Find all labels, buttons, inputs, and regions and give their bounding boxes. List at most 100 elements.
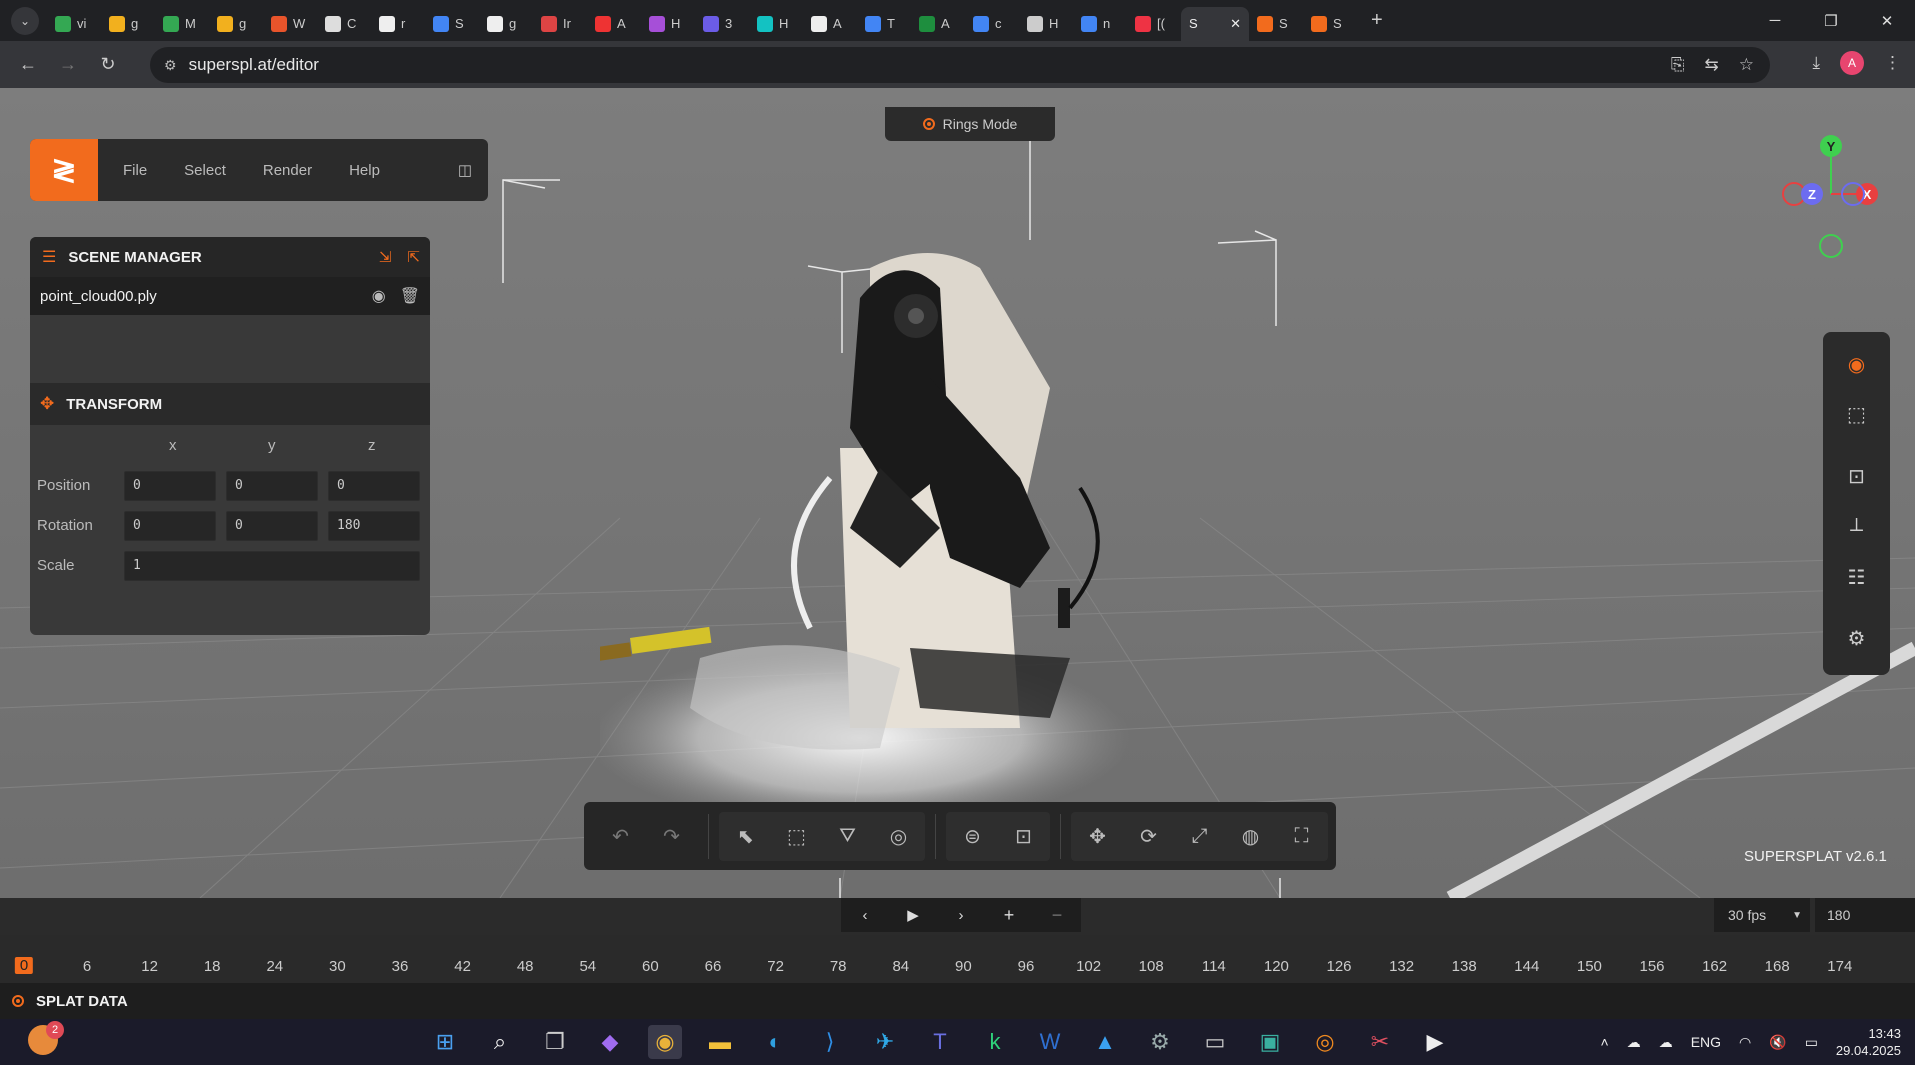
browser-tab[interactable]: g [101, 7, 155, 41]
blender-icon[interactable]: ◎ [1308, 1025, 1342, 1059]
play-button[interactable]: ▶ [889, 898, 937, 932]
battery-icon[interactable]: ▭ [1805, 1034, 1818, 1051]
onedrive-icon[interactable]: ☁ [1627, 1034, 1641, 1051]
browser-tab[interactable]: S [1249, 7, 1303, 41]
media-player-icon[interactable]: ▶ [1418, 1025, 1452, 1059]
forward-button[interactable]: → [48, 54, 88, 75]
file-explorer-icon[interactable]: ▬ [703, 1025, 737, 1059]
install-app-icon[interactable]: ⎘ [1671, 55, 1685, 75]
sliders-icon[interactable]: ☷ [1823, 565, 1890, 590]
rect-select-icon[interactable]: ⬚ [772, 812, 821, 861]
close-window-button[interactable]: ✕ [1859, 12, 1915, 30]
translate-gizmo-icon[interactable]: ✥ [1073, 812, 1122, 861]
search-icon[interactable]: ⌕ [483, 1025, 517, 1059]
frame-selection-icon[interactable]: ⊡ [1823, 464, 1890, 489]
rotation-x-input[interactable]: 0 [124, 511, 216, 541]
export-icon[interactable]: ⇱ [407, 248, 420, 266]
settings-gear-icon[interactable]: ⚙ [1823, 626, 1890, 651]
menu-select[interactable]: Select [184, 162, 226, 179]
download-icon[interactable]: ⤓ [1812, 53, 1820, 73]
language-indicator[interactable]: ENG [1691, 1034, 1721, 1050]
browser-tab[interactable]: C [317, 7, 371, 41]
back-button[interactable]: ← [8, 54, 48, 75]
tab-search-button[interactable]: ⌄ [11, 6, 39, 35]
panel-toggle-icon[interactable]: ◫ [458, 161, 472, 179]
menu-file[interactable]: File [123, 162, 147, 179]
telegram-icon[interactable]: ✈ [868, 1025, 902, 1059]
rotation-z-input[interactable]: 180 [328, 511, 420, 541]
position-y-input[interactable]: 0 [226, 471, 318, 501]
scale-gizmo-icon[interactable]: ⤢ [1175, 812, 1224, 861]
browser-tab[interactable]: H [749, 7, 803, 41]
vscode-icon[interactable]: ⟩ [813, 1025, 847, 1059]
position-x-input[interactable]: 0 [124, 471, 216, 501]
new-tab-button[interactable]: + [1371, 9, 1383, 32]
rotation-y-input[interactable]: 0 [226, 511, 318, 541]
browser-tab-active[interactable]: S ✕ [1181, 6, 1249, 41]
settings-icon[interactable]: ⚙ [1143, 1025, 1177, 1059]
frame-select-icon[interactable]: ⊡ [999, 812, 1048, 861]
sphere-select-icon[interactable]: ◎ [874, 812, 923, 861]
snipping-tool-icon[interactable]: ✂ [1363, 1025, 1397, 1059]
volume-muted-icon[interactable]: 🔇 [1769, 1034, 1786, 1051]
menu-help[interactable]: Help [349, 162, 380, 179]
browser-tab[interactable]: r [371, 7, 425, 41]
browser-tab[interactable]: Ir [533, 7, 587, 41]
frame-count-input[interactable]: 180 [1815, 898, 1915, 932]
import-icon[interactable]: ⇲ [379, 248, 392, 266]
onedrive-business-icon[interactable]: ☁ [1659, 1034, 1673, 1051]
scale-input[interactable]: 1 [124, 551, 420, 581]
browser-tab[interactable]: vi [47, 7, 101, 41]
browser-tab[interactable]: S [1303, 7, 1357, 41]
browser-tab[interactable]: S [425, 7, 479, 41]
crop-box-icon[interactable]: ⊜ [948, 812, 997, 861]
current-frame-marker[interactable]: 0 [14, 957, 34, 974]
photos-icon[interactable]: ▲ [1088, 1025, 1122, 1059]
browser-tab[interactable]: g [209, 7, 263, 41]
browser-tab[interactable]: A [911, 7, 965, 41]
splat-data-bar[interactable]: SPLAT DATA [0, 983, 1915, 1019]
pivot-icon[interactable]: ⛶ [1277, 812, 1326, 861]
terminal-icon[interactable]: ▭ [1198, 1025, 1232, 1059]
word-icon[interactable]: W [1033, 1025, 1067, 1059]
picker-select-icon[interactable]: ⬉ [721, 812, 770, 861]
rotate-gizmo-icon[interactable]: ⟳ [1124, 812, 1173, 861]
browser-tab[interactable]: n [1073, 7, 1127, 41]
position-z-input[interactable]: 0 [328, 471, 420, 501]
browser-tab[interactable]: H [641, 7, 695, 41]
browser-tab[interactable]: [( [1127, 7, 1181, 41]
delete-trash-icon[interactable]: 🗑 [400, 286, 420, 306]
menu-render[interactable]: Render [263, 162, 312, 179]
browser-tab[interactable]: M [155, 7, 209, 41]
edge-icon[interactable]: ◐ [758, 1025, 792, 1059]
redo-icon[interactable]: ↷ [647, 812, 696, 861]
axes-icon[interactable]: ⟂ [1823, 514, 1890, 537]
translate-icon[interactable]: ⇆ [1705, 55, 1719, 75]
chevron-up-icon[interactable]: ˄ [1601, 1034, 1609, 1050]
browser-tab[interactable]: g [479, 7, 533, 41]
omnibox[interactable]: ⚙ superspl.at/editor ⎘ ⇆ ☆ [150, 47, 1770, 83]
url-text[interactable]: superspl.at/editor [189, 55, 319, 75]
lasso-select-icon[interactable]: ⛛ [823, 812, 872, 861]
copilot-icon[interactable]: ◆ [593, 1025, 627, 1059]
kaspersky-icon[interactable]: k [978, 1025, 1012, 1059]
browser-tab[interactable]: c [965, 7, 1019, 41]
add-keyframe-button[interactable]: + [985, 898, 1033, 932]
browser-tab[interactable]: A [803, 7, 857, 41]
browser-tab[interactable]: W [263, 7, 317, 41]
orientation-gizmo[interactable]: Y X Z [1770, 130, 1890, 260]
world-space-icon[interactable]: ◍ [1226, 812, 1275, 861]
bookmark-star-icon[interactable]: ☆ [1739, 55, 1754, 75]
app-window-icon[interactable]: ▣ [1253, 1025, 1287, 1059]
scene-item[interactable]: point_cloud00.ply ◉ 🗑 [30, 277, 430, 315]
centers-mode-icon[interactable]: ⬚ [1823, 402, 1890, 427]
chrome-icon[interactable]: ◉ [648, 1025, 682, 1059]
more-menu-icon[interactable]: ⋮ [1884, 53, 1901, 73]
next-frame-button[interactable]: › [937, 898, 985, 932]
teams-icon[interactable]: T [923, 1025, 957, 1059]
minimize-button[interactable]: ─ [1747, 12, 1803, 29]
maximize-button[interactable]: ❐ [1803, 12, 1859, 30]
timeline-ruler[interactable]: 0 6 12 18 24 30 36 42 48 54 60 66 72 78 84 90 96 102 108 1… [0, 935, 1915, 983]
fps-select[interactable]: 30 fps ▼ [1714, 898, 1810, 932]
rings-mode-icon[interactable]: ◉ [1823, 352, 1890, 377]
